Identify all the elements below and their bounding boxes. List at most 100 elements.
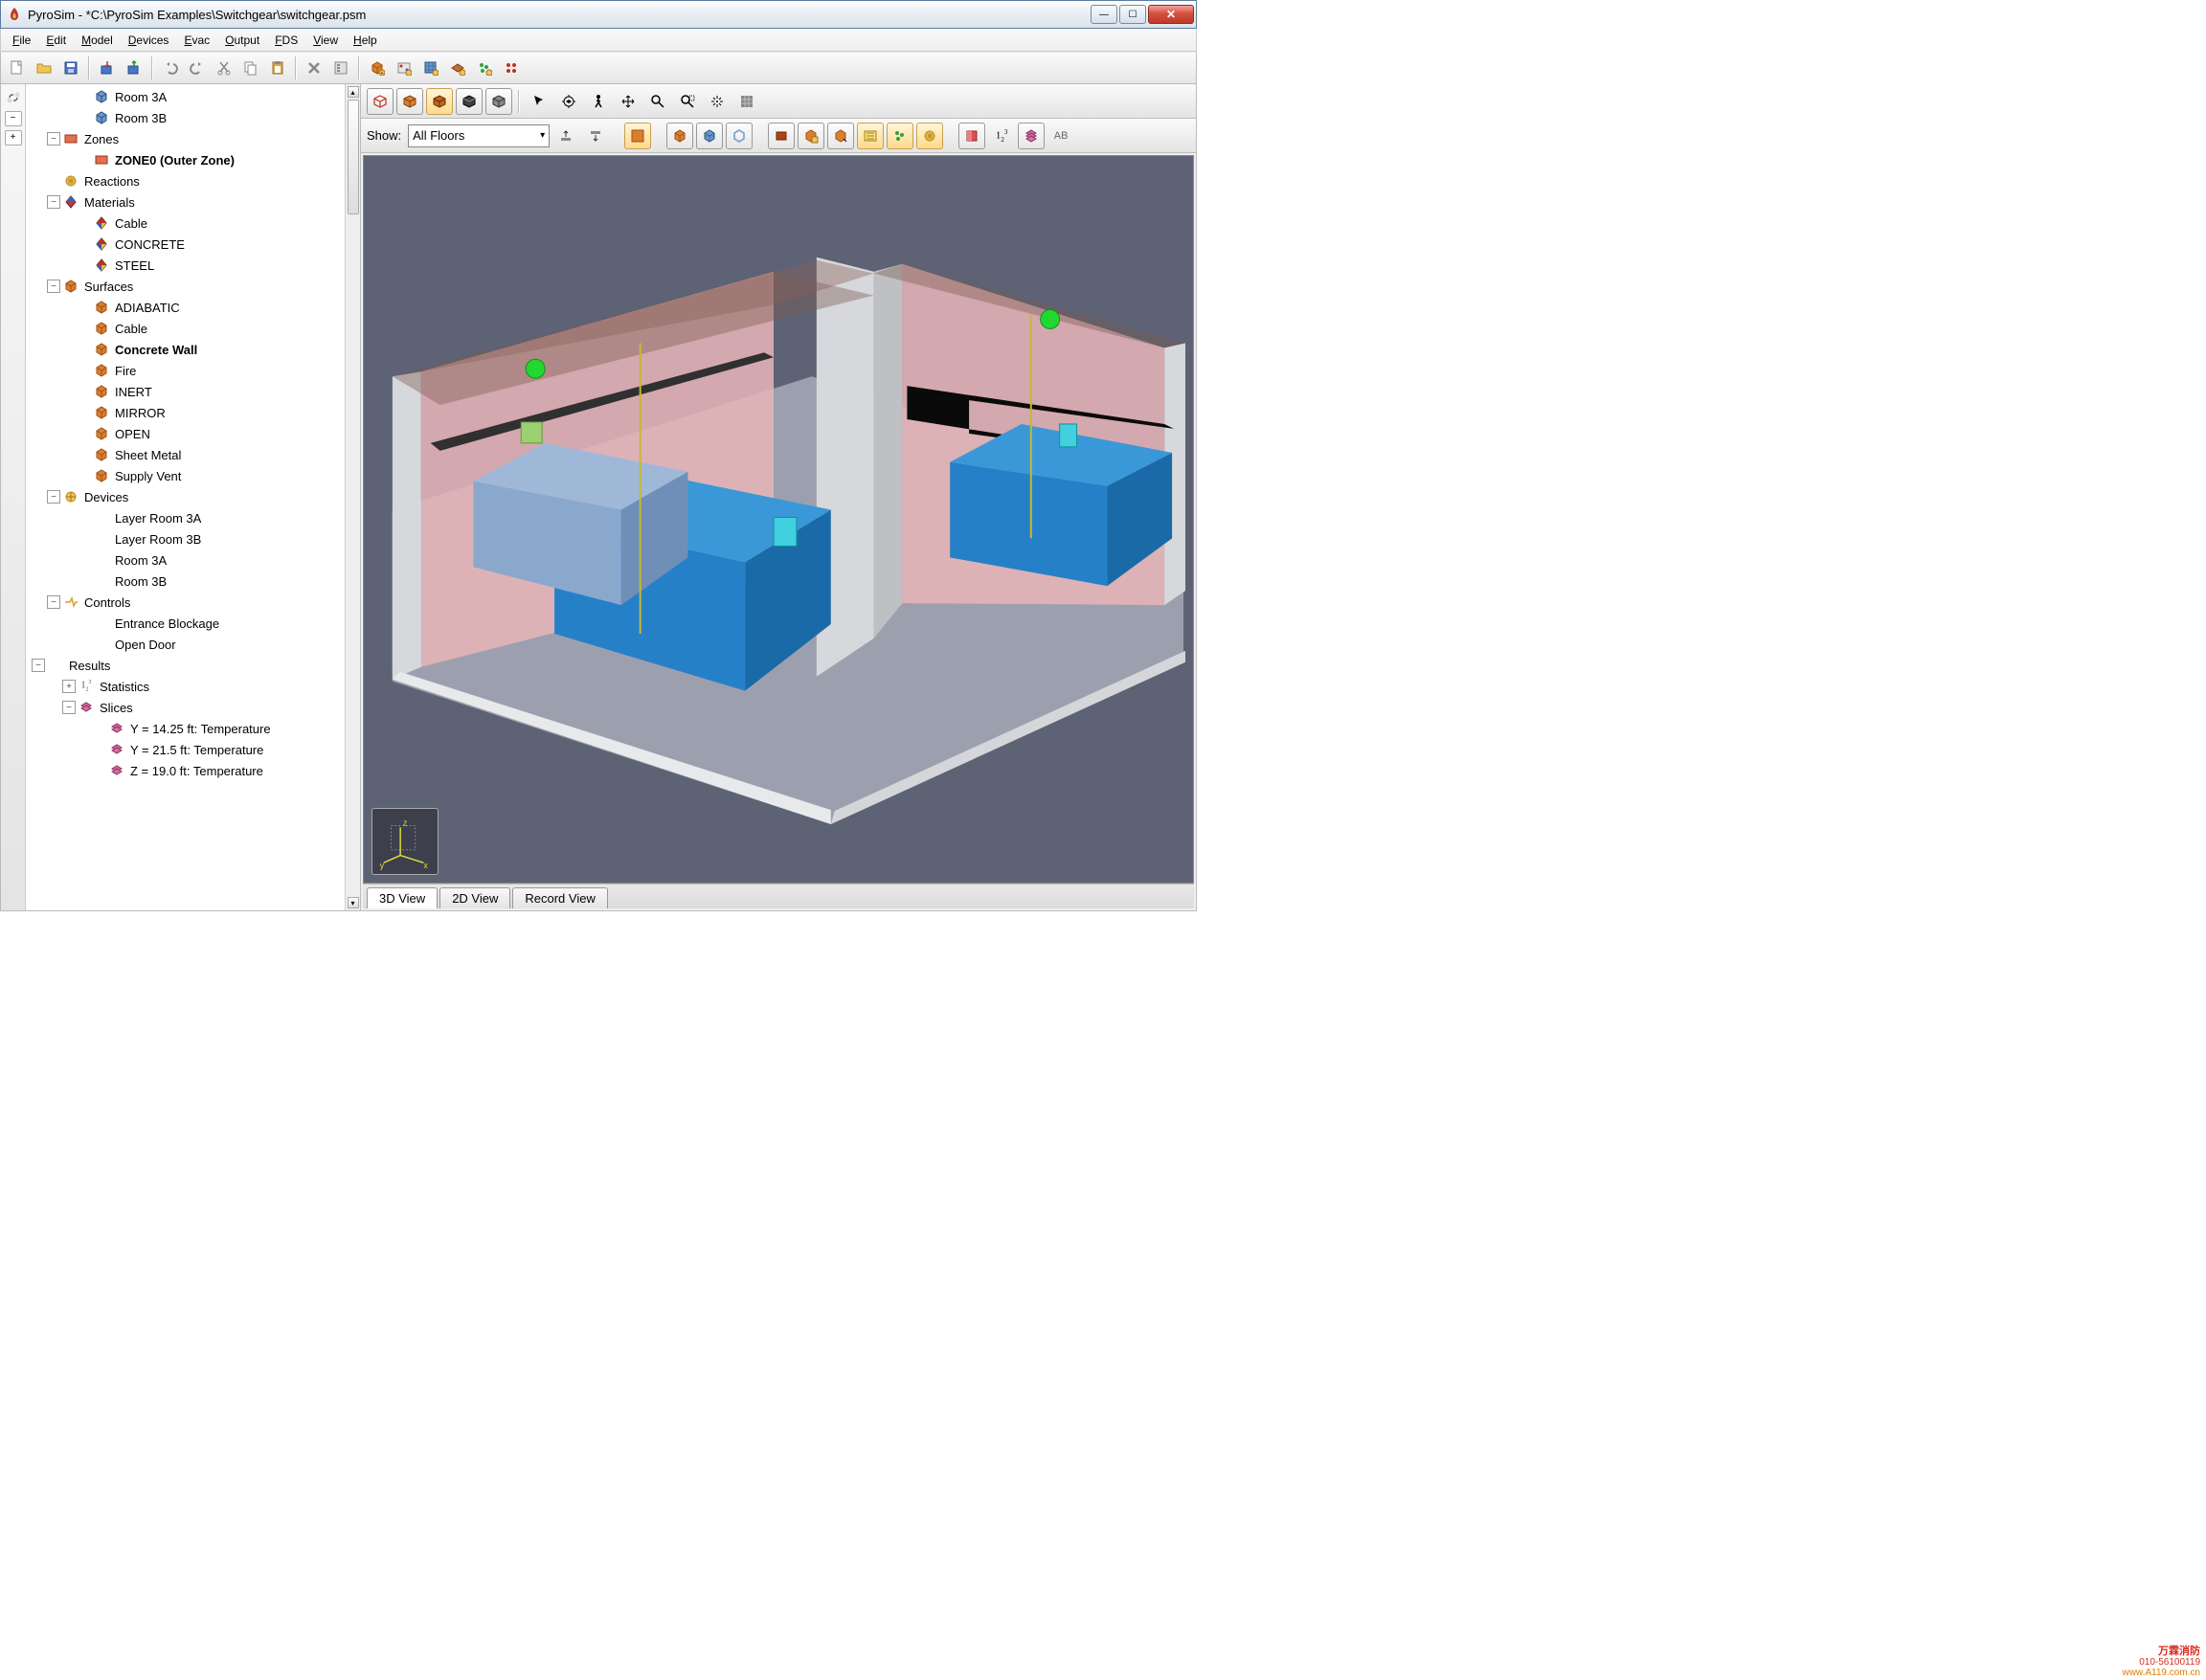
3d-viewport[interactable]: z x y	[363, 155, 1194, 884]
expand-all-button[interactable]: +	[5, 130, 22, 146]
zoom-button[interactable]	[644, 88, 671, 115]
undo-button[interactable]	[158, 56, 183, 80]
orbit-button[interactable]	[555, 88, 582, 115]
vis-actuals-button[interactable]	[798, 123, 824, 149]
tree-node[interactable]: Entrance Blockage	[26, 613, 345, 634]
tree-node[interactable]: Room 3B	[26, 571, 345, 592]
solid-button[interactable]	[396, 88, 423, 115]
tree-node[interactable]: Z = 19.0 ft: Temperature	[26, 760, 345, 781]
tree-toggle[interactable]: +	[62, 680, 76, 693]
tree-toggle[interactable]: −	[47, 132, 60, 146]
tree-node[interactable]: −Zones	[26, 128, 345, 149]
menu-evac[interactable]: Evac	[176, 29, 217, 51]
open-button[interactable]	[32, 56, 56, 80]
reaction-button[interactable]	[392, 56, 416, 80]
menu-help[interactable]: Help	[346, 29, 385, 51]
vis-mesh-grid-button[interactable]	[696, 123, 723, 149]
new-button[interactable]	[5, 56, 30, 80]
tree-node[interactable]: INERT	[26, 381, 345, 402]
reset-button[interactable]	[704, 88, 731, 115]
vis-hvac-button[interactable]	[916, 123, 943, 149]
wireframe-button[interactable]	[367, 88, 394, 115]
vis-mesh-boundary-button[interactable]	[726, 123, 753, 149]
maximize-button[interactable]: ☐	[1119, 5, 1146, 24]
menu-file[interactable]: File	[5, 29, 38, 51]
tree-node[interactable]: Layer Room 3B	[26, 528, 345, 549]
vis-devices-button[interactable]	[857, 123, 884, 149]
material-button[interactable]	[445, 56, 470, 80]
vis-labels-button[interactable]: AB	[1047, 123, 1074, 149]
tree-node[interactable]: −Devices	[26, 486, 345, 507]
tree-toggle[interactable]: −	[47, 595, 60, 609]
tree-node[interactable]: Cable	[26, 213, 345, 234]
tree-scrollbar[interactable]: ▴ ▾	[345, 84, 360, 910]
tree-toggle[interactable]: −	[32, 659, 45, 672]
copy-button[interactable]	[238, 56, 263, 80]
select-button[interactable]	[526, 88, 552, 115]
close-button[interactable]: ✕	[1148, 5, 1194, 24]
surface-button[interactable]	[418, 56, 443, 80]
floor-select[interactable]: All Floors	[408, 124, 550, 147]
tree-node[interactable]: Sheet Metal	[26, 444, 345, 465]
vis-stats-button[interactable]: 123	[988, 123, 1015, 149]
vis-vents-button[interactable]	[768, 123, 795, 149]
device-button[interactable]	[499, 56, 524, 80]
tree-node[interactable]: Room 3A	[26, 549, 345, 571]
tree-node[interactable]: STEEL	[26, 255, 345, 276]
scroll-up-button[interactable]: ▴	[348, 86, 359, 98]
vis-sections-button[interactable]	[958, 123, 985, 149]
mesh-button[interactable]: +	[365, 56, 390, 80]
scroll-down-button[interactable]: ▾	[348, 897, 359, 908]
tree-node[interactable]: Y = 21.5 ft: Temperature	[26, 739, 345, 760]
minimize-button[interactable]: —	[1091, 5, 1117, 24]
filter-down-button[interactable]	[582, 123, 609, 149]
walk-button[interactable]	[585, 88, 612, 115]
tree-node[interactable]: Y = 14.25 ft: Temperature	[26, 718, 345, 739]
filter-up-button[interactable]	[552, 123, 579, 149]
pan-button[interactable]	[615, 88, 642, 115]
export-button[interactable]	[122, 56, 146, 80]
menu-edit[interactable]: Edit	[38, 29, 74, 51]
tree-link-icon[interactable]	[4, 88, 23, 107]
delete-button[interactable]	[302, 56, 326, 80]
scroll-thumb[interactable]	[348, 100, 359, 214]
outline-button[interactable]	[485, 88, 512, 115]
tree-node[interactable]: Room 3A	[26, 86, 345, 107]
tree-node[interactable]: ZONE0 (Outer Zone)	[26, 149, 345, 170]
import-button[interactable]	[95, 56, 120, 80]
tree-node[interactable]: −Controls	[26, 592, 345, 613]
tree-node[interactable]: −Slices	[26, 697, 345, 718]
tree-node[interactable]: Supply Vent	[26, 465, 345, 486]
vis-obstructions-button[interactable]	[624, 123, 651, 149]
tree-node[interactable]: Fire	[26, 360, 345, 381]
tree-node[interactable]: OPEN	[26, 423, 345, 444]
menu-view[interactable]: View	[305, 29, 346, 51]
tree-toggle[interactable]: −	[62, 701, 76, 714]
tree-node[interactable]: ADIABATIC	[26, 297, 345, 318]
vis-outlines-button[interactable]	[827, 123, 854, 149]
tree-node[interactable]: Open Door	[26, 634, 345, 655]
tab-3d-view[interactable]: 3D View	[367, 887, 438, 908]
tree-node[interactable]: +123Statistics	[26, 676, 345, 697]
grid-button[interactable]	[733, 88, 760, 115]
tab-2d-view[interactable]: 2D View	[439, 887, 510, 908]
tree-toggle[interactable]: −	[47, 280, 60, 293]
tree-node[interactable]: Room 3B	[26, 107, 345, 128]
menu-devices[interactable]: Devices	[121, 29, 177, 51]
tree-node[interactable]: CONCRETE	[26, 234, 345, 255]
save-button[interactable]	[58, 56, 83, 80]
tree-node[interactable]: Concrete Wall	[26, 339, 345, 360]
tree-node[interactable]: Cable	[26, 318, 345, 339]
tree-node[interactable]: −Materials	[26, 191, 345, 213]
realistic-button[interactable]	[426, 88, 453, 115]
redo-button[interactable]	[185, 56, 210, 80]
vis-mesh-button[interactable]	[666, 123, 693, 149]
particle-button[interactable]	[472, 56, 497, 80]
shade-button[interactable]	[456, 88, 483, 115]
tree-toggle[interactable]: −	[47, 490, 60, 504]
paste-button[interactable]	[265, 56, 290, 80]
cut-button[interactable]	[212, 56, 236, 80]
properties-button[interactable]	[328, 56, 353, 80]
tab-record-view[interactable]: Record View	[512, 887, 607, 908]
tree-node[interactable]: −Surfaces	[26, 276, 345, 297]
